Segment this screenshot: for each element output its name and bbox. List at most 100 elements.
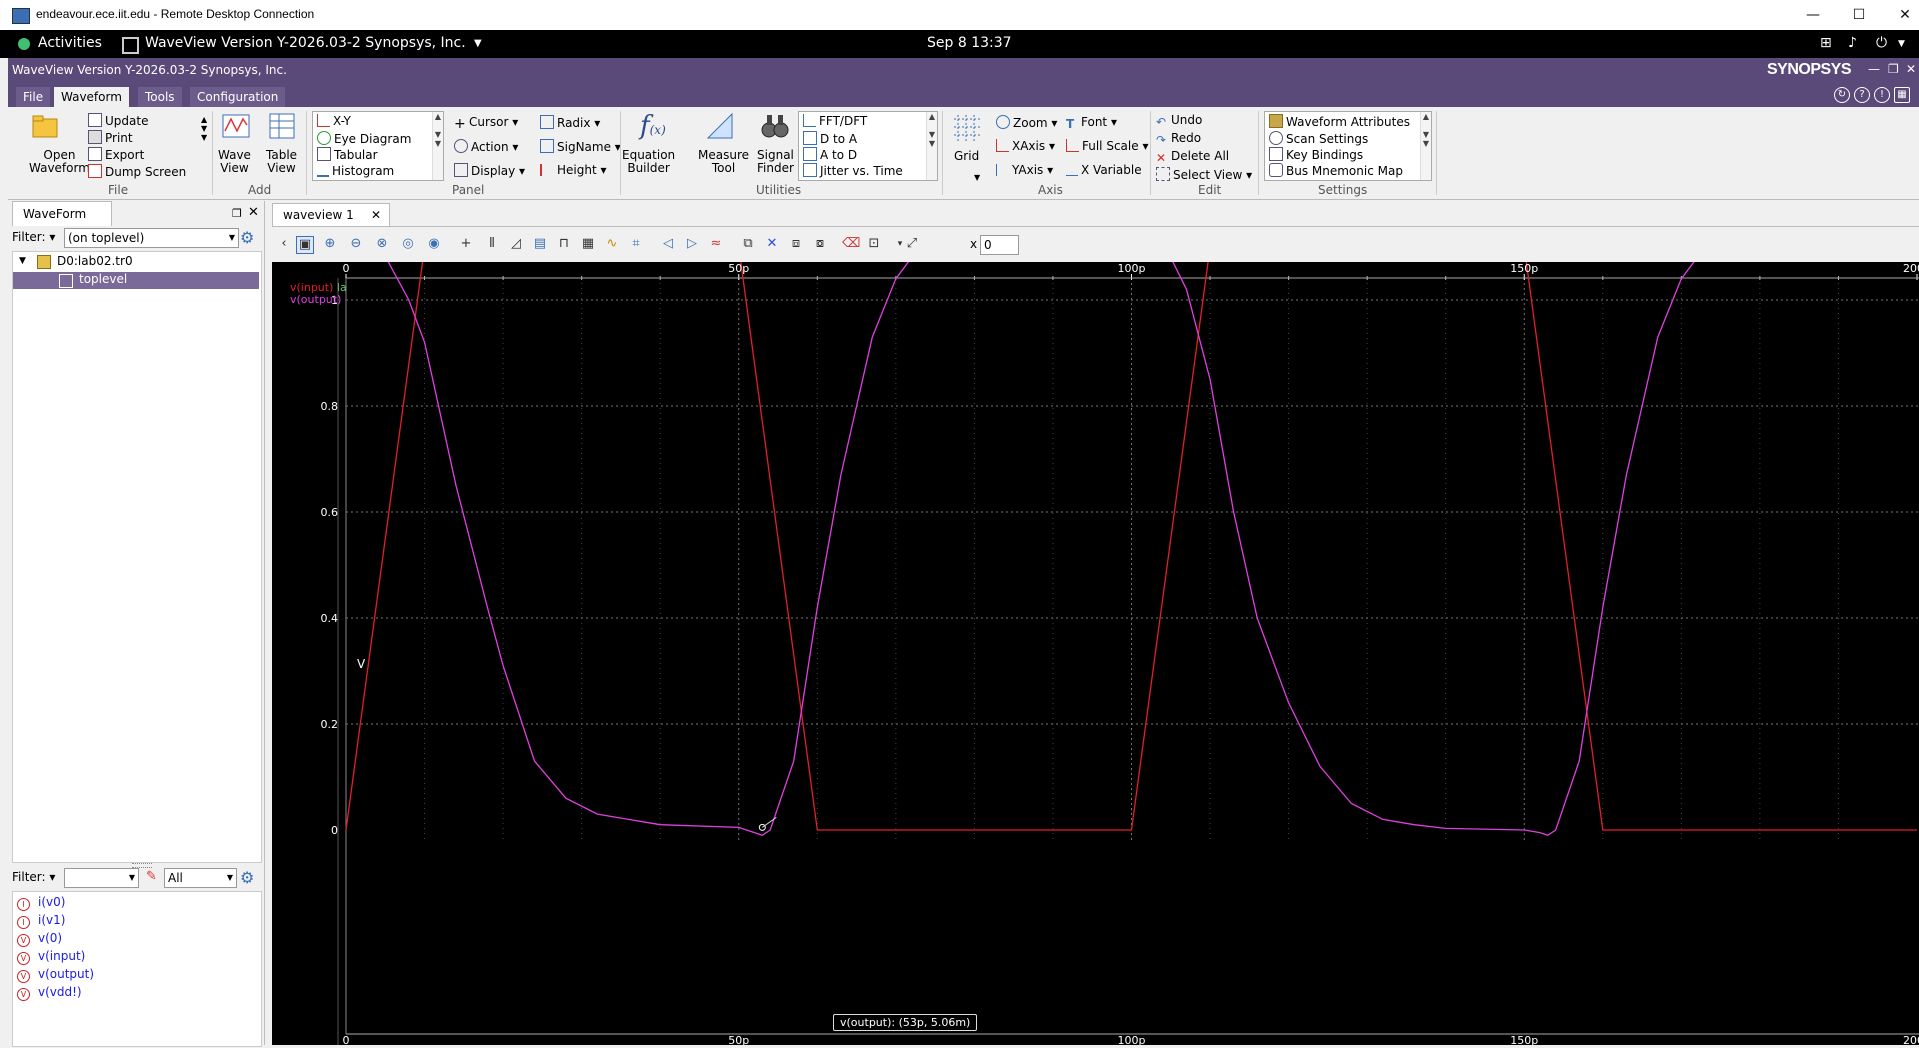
tree-item-lab02[interactable]: D0:lab02.tr0 (57, 254, 133, 268)
signal-finder-button[interactable]: SignalFinder (757, 149, 794, 175)
system-menu-chevron-icon[interactable]: ▼ (1898, 39, 1905, 49)
chevron-down-icon[interactable]: ▼ (474, 38, 482, 49)
measure-icon[interactable]: ⌗ (628, 236, 644, 252)
menu-file[interactable]: File (16, 87, 50, 107)
volume-icon[interactable]: ♪ (1848, 35, 1857, 51)
zoom-fit-icon[interactable]: ⊗ (374, 236, 390, 252)
scan-settings-item[interactable]: Scan Settings (1269, 131, 1368, 146)
waveform-style-icon[interactable]: ∿ (604, 236, 620, 252)
pin-icon[interactable]: ✎ (146, 869, 157, 884)
vertical-bars-icon[interactable]: ⦀ (484, 236, 500, 252)
waveform-plot[interactable]: 0050p50p100p100p150p150p200p200p00.20.40… (272, 262, 1919, 1045)
grid-button[interactable]: Grid (954, 149, 979, 163)
panel-divider[interactable] (264, 201, 265, 1045)
grid-dropdown-icon[interactable]: ▼ (974, 173, 980, 182)
marker-icon[interactable]: ▤ (532, 236, 548, 252)
fft-dft-item[interactable]: FFT/DFT (803, 114, 867, 128)
waveform-attributes-item[interactable]: Waveform Attributes (1269, 114, 1410, 129)
panel-list-scrollbar[interactable]: ▲▼▼ (432, 112, 443, 180)
filter-combo[interactable]: (on toplevel)▼ (64, 228, 239, 248)
print-button[interactable]: Print (88, 130, 133, 145)
waveview-tab-close-icon[interactable]: ✕ (371, 204, 381, 226)
signal-item[interactable]: Vv(0) (17, 931, 62, 947)
redo-button[interactable]: ↷Redo (1156, 131, 1201, 146)
network-icon[interactable]: ⊞ (1820, 35, 1832, 51)
app-restore-icon[interactable]: ❐ (1888, 62, 1899, 76)
power-icon[interactable]: ⏻ (1876, 35, 1887, 51)
radix-button[interactable]: Radix ▾ (540, 115, 600, 130)
signal-type-combo[interactable]: All▼ (164, 868, 237, 888)
font-button[interactable]: TFont ▾ (1066, 115, 1117, 130)
filter-label[interactable]: Filter: ▾ (12, 230, 55, 244)
utilities-list[interactable]: FFT/DFT D to A A to D Jitter vs. Time ▲▼… (798, 111, 938, 181)
select-tool-icon[interactable]: ▣ (296, 236, 314, 254)
app-menu[interactable]: WaveView Version Y-2026.03-2 Synopsys, I… (145, 35, 466, 51)
zoom-button[interactable]: Zoom ▾ (996, 115, 1057, 130)
file-scroll-icon[interactable]: ▲▼▼ (201, 115, 207, 142)
delete-cursor-icon[interactable]: ✕ (764, 236, 780, 252)
fit-window-icon[interactable]: ⊡ (866, 236, 882, 252)
maximize-button[interactable]: ☐ (1836, 0, 1882, 30)
prev-edge-icon[interactable]: ◁ (660, 236, 676, 252)
d-to-a-item[interactable]: D to A (803, 131, 857, 146)
tree-item-toplevel[interactable]: toplevel (79, 272, 127, 286)
app-minimize-icon[interactable]: — (1868, 62, 1880, 76)
signal-filter-arrow-icon[interactable]: ▼ (129, 869, 135, 887)
full-scale-button[interactable]: Full Scale ▾ (1066, 139, 1148, 153)
measure-tool-button[interactable]: MeasureTool (698, 149, 749, 175)
display-button[interactable]: Display ▾ (454, 163, 525, 178)
waveview-tab[interactable]: waveview 1 ✕ (272, 203, 390, 226)
activities-button[interactable]: Activities (38, 35, 102, 51)
x-variable-button[interactable]: X Variable (1066, 163, 1142, 177)
filter2-label[interactable]: Filter: ▾ (12, 870, 55, 884)
panel-close-icon[interactable]: ✕ (248, 205, 259, 220)
equation-builder-button[interactable]: EquationBuilder (622, 149, 675, 175)
panel-type-list[interactable]: X-Y Eye Diagram Tabular Histogram ▲▼▼ (312, 111, 444, 181)
legend-voutput[interactable]: v(output) (290, 293, 341, 306)
help-icon[interactable]: ? (1854, 87, 1870, 103)
signal-filter-combo[interactable]: ▼ (64, 868, 139, 888)
dump-screen-button[interactable]: Dump Screen (88, 164, 186, 179)
signal-item[interactable]: Vv(output) (17, 967, 94, 983)
settings-list[interactable]: Waveform Attributes Scan Settings Key Bi… (1264, 111, 1432, 181)
scroll-left-icon[interactable]: ‹ (276, 236, 292, 252)
table-view-button[interactable]: TableView (266, 149, 297, 175)
waveform-chart[interactable]: 0050p50p100p100p150p150p200p200p00.20.40… (272, 262, 1919, 1045)
panel-eye-diagram-item[interactable]: Eye Diagram (317, 131, 411, 146)
undo-button[interactable]: ↶Undo (1156, 113, 1202, 128)
action-button[interactable]: Action ▾ (454, 139, 518, 154)
info-icon[interactable]: ! (1874, 87, 1890, 103)
signal-type-arrow-icon[interactable]: ▼ (227, 869, 233, 887)
jitter-vs-time-item[interactable]: Jitter vs. Time (803, 163, 903, 178)
wave-view-button[interactable]: WaveView (218, 149, 251, 175)
select-view-button[interactable]: Select View ▾ (1156, 167, 1252, 182)
menu-tools[interactable]: Tools (138, 87, 182, 107)
zoom-x-icon[interactable]: ◎ (400, 236, 416, 252)
panel-tabular-item[interactable]: Tabular (317, 147, 378, 162)
tree-item-toplevel-selected[interactable] (13, 272, 259, 289)
settings-list-scrollbar[interactable]: ▲▼▼ (1420, 112, 1431, 180)
menu-waveform[interactable]: Waveform (54, 87, 129, 107)
layout-icon[interactable]: ▦ (1894, 87, 1910, 103)
pulse-icon[interactable]: ⊓ (556, 236, 572, 252)
slope-icon[interactable]: ◿ (508, 236, 524, 252)
zoom-in-icon[interactable]: ⊕ (322, 236, 338, 252)
height-button[interactable]: Height ▾ (540, 163, 607, 177)
tree-expand-icon[interactable]: ▼ (19, 256, 26, 266)
signal-item[interactable]: Ii(v1) (17, 913, 65, 929)
zoom-out-icon[interactable]: ⊖ (348, 236, 364, 252)
add-cursor-icon[interactable]: + (458, 236, 474, 252)
waveform-compare-icon[interactable]: ≈ (708, 236, 724, 252)
a-to-d-item[interactable]: A to D (803, 147, 857, 162)
clock[interactable]: Sep 8 13:37 (927, 35, 1012, 51)
yaxis-button[interactable]: YAxis ▾ (996, 163, 1053, 177)
expand-icon[interactable]: ⤢ (904, 236, 920, 252)
panel-xy-item[interactable]: X-Y (317, 114, 351, 128)
refresh-icon[interactable]: ↻ (1834, 87, 1850, 103)
delete-all-button[interactable]: ✕Delete All (1156, 149, 1229, 164)
paste-icon[interactable]: ⧇ (812, 236, 828, 252)
cursor-button[interactable]: +Cursor ▾ (454, 115, 518, 131)
panel-histogram-item[interactable]: Histogram (317, 163, 394, 178)
eraser-icon[interactable]: ⌫ (842, 236, 858, 252)
close-button[interactable]: ✕ (1882, 0, 1919, 30)
